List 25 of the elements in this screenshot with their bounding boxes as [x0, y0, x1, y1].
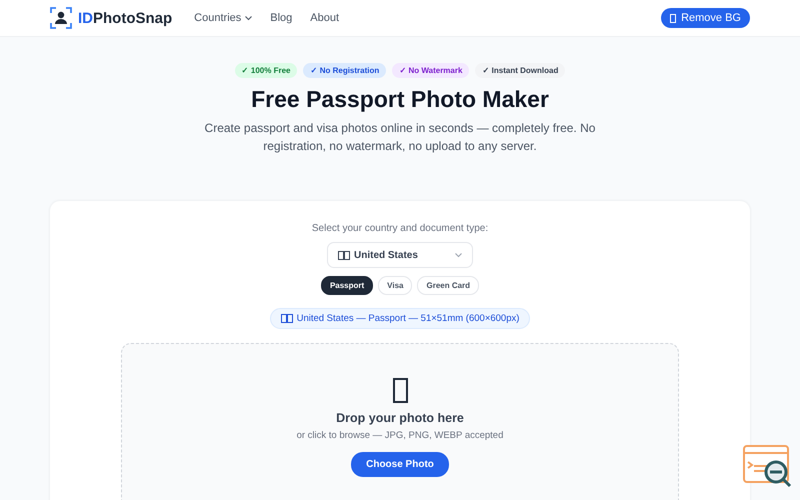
- nav-link[interactable]: Blog: [270, 12, 292, 24]
- drop-zone[interactable]: Drop your photo here or click to browse — JPG, PNG, WEBP accepted Choose Photo: [121, 343, 679, 500]
- spec-text: United States — Passport — 51×51mm (600×600px): [296, 313, 520, 324]
- logo-icon: [50, 7, 72, 29]
- page-title: Free Passport Photo Maker: [251, 86, 549, 113]
- page-subtitle: Create passport and visa photos online in seconds — completely free. No registration, no watermark, no upload to any server.: [204, 120, 596, 155]
- remove-bg-button[interactable]: Remove BG: [661, 8, 750, 28]
- nav-link[interactable]: About: [310, 12, 340, 24]
- code-search-icon[interactable]: [742, 444, 792, 488]
- feature-badge: ✓ No Watermark: [392, 63, 470, 78]
- select-prompt: Select your country and document type:: [312, 223, 488, 234]
- drop-title: Drop your photo here: [336, 411, 464, 425]
- choose-photo-button[interactable]: Choose Photo: [351, 452, 449, 477]
- document-type-tab[interactable]: Passport: [320, 276, 374, 295]
- feature-badge: ✓ Instant Download: [475, 63, 566, 78]
- chevron-icon: [455, 252, 462, 258]
- logo-text[interactable]: IDPhotoSnap: [78, 10, 172, 26]
- chevron-icon: [245, 16, 252, 20]
- document-type-tab[interactable]: Visa: [378, 276, 412, 295]
- feature-badge: ✓ No Registration: [303, 63, 386, 78]
- drop-hint: or click to browse — JPG, PNG, WEBP accepted: [296, 430, 504, 441]
- feature-badge: ✓ 100% Free: [234, 63, 298, 78]
- country-select[interactable]: United States: [327, 242, 473, 268]
- nav-link[interactable]: Countries: [194, 12, 252, 24]
- document-type-tab[interactable]: Green Card: [417, 276, 480, 295]
